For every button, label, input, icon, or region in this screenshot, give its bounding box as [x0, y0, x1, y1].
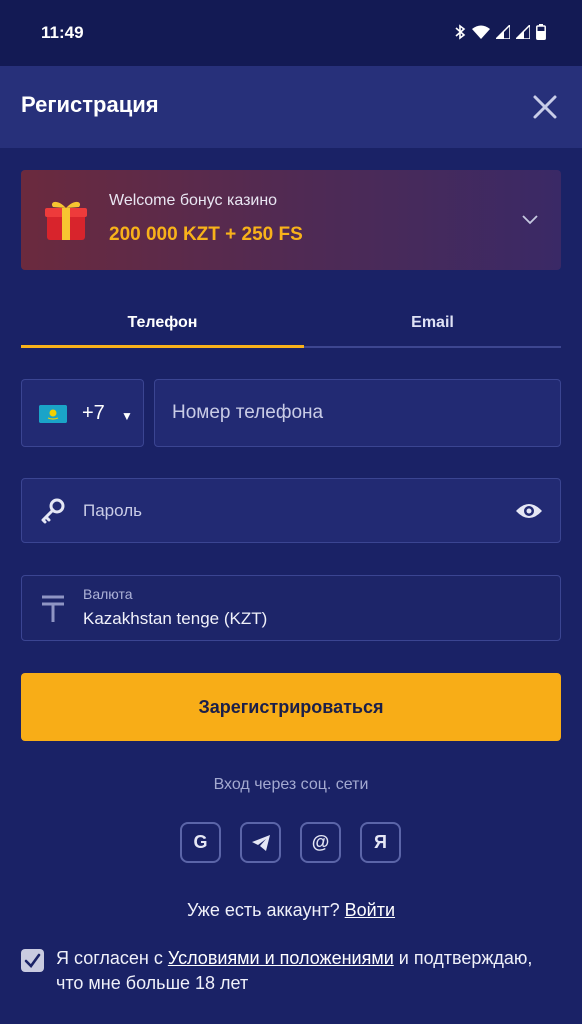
phone-field[interactable]: [154, 379, 561, 447]
yandex-icon: Я: [374, 832, 387, 852]
eye-icon[interactable]: [514, 499, 544, 523]
kazakhstan-flag-icon: [39, 405, 67, 423]
password-input[interactable]: [83, 479, 503, 542]
tenge-icon: [42, 595, 64, 622]
terms-checkbox[interactable]: [21, 949, 44, 972]
yandex-login-button[interactable]: Я: [360, 822, 401, 863]
tab-phone[interactable]: Телефон: [21, 314, 304, 332]
social-buttons: G @ Я: [180, 822, 402, 863]
login-prompt: Уже есть аккаунт?: [186, 900, 340, 920]
mail-ru-login-button[interactable]: @: [300, 822, 341, 863]
caret-down-icon: ▼: [121, 409, 133, 423]
terms-prefix: Я согласен с: [56, 948, 163, 968]
terms-link[interactable]: Условиями и положениями: [168, 948, 394, 968]
currency-label: Валюта: [83, 586, 133, 602]
country-code-select[interactable]: +7 ▼: [21, 379, 144, 447]
terms-agreement: Я согласен с Условиями и положениями и п…: [21, 946, 561, 1002]
status-icons: [454, 24, 546, 40]
gift-icon: [45, 201, 87, 240]
close-icon[interactable]: [530, 92, 560, 122]
currency-value: Kazakhstan tenge (KZT): [83, 609, 268, 628]
status-time: 11:49: [41, 23, 84, 42]
chevron-down-icon[interactable]: [521, 212, 539, 226]
page-title: Регистрация: [21, 92, 159, 117]
status-bar: 11:49: [0, 0, 582, 66]
welcome-bonus-card[interactable]: Welcome бонус казино 200 000 KZT + 250 F…: [21, 170, 561, 270]
password-field[interactable]: [21, 478, 561, 543]
google-login-button[interactable]: G: [180, 822, 221, 863]
registration-header: Регистрация: [0, 66, 582, 148]
signal-icon: [496, 25, 510, 39]
registration-tabs: Телефон Email: [21, 300, 561, 348]
bonus-amount: 200 000 KZT + 250 FS: [109, 224, 303, 245]
key-icon: [41, 498, 65, 524]
register-button[interactable]: Зарегистрироваться: [21, 673, 561, 741]
bluetooth-icon: [455, 24, 466, 40]
wifi-icon: [472, 25, 490, 39]
terms-text: Я согласен с Условиями и положениями и п…: [56, 946, 556, 996]
country-code: +7: [82, 402, 105, 424]
social-login-label: Вход через соц. сети: [213, 776, 369, 793]
signal-icon-2: [516, 25, 530, 39]
bonus-label: Welcome бонус казино: [109, 192, 278, 209]
login-prompt-line: Уже есть аккаунт? Войти: [0, 900, 582, 921]
tab-email[interactable]: Email: [304, 314, 561, 332]
active-tab-indicator: [21, 345, 304, 348]
phone-input[interactable]: [172, 380, 542, 446]
google-icon: G: [193, 832, 208, 852]
battery-icon: [536, 24, 546, 40]
mail-ru-icon: @: [311, 832, 330, 852]
telegram-login-button[interactable]: [240, 822, 281, 863]
checkmark-icon: [24, 953, 41, 968]
currency-select[interactable]: Валюта Kazakhstan tenge (KZT): [21, 575, 561, 641]
login-link[interactable]: Войти: [345, 900, 395, 920]
telegram-icon: [251, 834, 270, 851]
